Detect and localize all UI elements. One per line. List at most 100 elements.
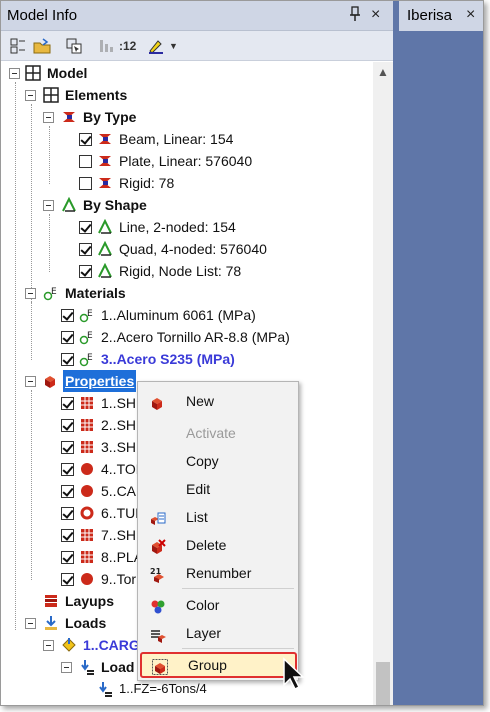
- material-icon: E: [79, 307, 95, 323]
- checkbox[interactable]: [79, 265, 92, 278]
- checkbox[interactable]: [79, 177, 92, 190]
- filter-icon[interactable]: [97, 37, 115, 55]
- plate-property-icon: [79, 439, 95, 455]
- checkbox[interactable]: [79, 155, 92, 168]
- element-shape-icon: [61, 196, 77, 213]
- tree-node-by-type[interactable]: By Type: [1, 106, 373, 128]
- tree-item-load[interactable]: 1..FZ=-6Tons/4: [1, 678, 373, 700]
- checkbox[interactable]: [79, 243, 92, 256]
- element-type-icon: [97, 131, 113, 147]
- rod-property-icon: [79, 483, 95, 499]
- collapse-toggle[interactable]: [25, 288, 36, 299]
- tree-node-materials[interactable]: E Materials: [1, 282, 373, 304]
- tree-item-type[interactable]: Rigid: 78: [1, 172, 373, 194]
- checkbox[interactable]: [61, 529, 74, 542]
- chevron-down-icon[interactable]: ▼: [169, 37, 178, 55]
- checkbox[interactable]: [61, 463, 74, 476]
- checkbox[interactable]: [61, 485, 74, 498]
- menu-item-color[interactable]: Color: [138, 592, 298, 618]
- elements-icon: [43, 87, 59, 103]
- svg-text:E: E: [51, 287, 57, 297]
- close-icon[interactable]: ×: [466, 6, 475, 24]
- tree-label: 3..Acero S235 (MPa): [101, 351, 235, 367]
- menu-item-edit[interactable]: Edit: [138, 476, 298, 502]
- tree-label: By Shape: [83, 197, 147, 213]
- checkbox[interactable]: [61, 331, 74, 344]
- tree-label: By Type: [83, 109, 137, 125]
- checkbox[interactable]: [61, 507, 74, 520]
- tree-label: Load: [101, 659, 135, 675]
- load-arrow-icon: [97, 681, 113, 697]
- checkbox[interactable]: [61, 353, 74, 366]
- pin-icon[interactable]: [349, 6, 361, 27]
- material-icon: E: [79, 351, 95, 367]
- property-icon: [43, 373, 59, 389]
- collapse-toggle[interactable]: [43, 112, 54, 123]
- tree-label: Materials: [65, 285, 126, 301]
- menu-separator: [182, 648, 294, 649]
- collapse-toggle[interactable]: [9, 68, 20, 79]
- collapse-toggle[interactable]: [25, 90, 36, 101]
- checkbox[interactable]: [61, 551, 74, 564]
- checkbox[interactable]: [61, 419, 74, 432]
- menu-item-delete[interactable]: Delete: [138, 532, 298, 558]
- tree-node-elements[interactable]: Elements: [1, 84, 373, 106]
- panel-titlebar: Model Info ×: [1, 1, 393, 31]
- collapse-toggle[interactable]: [25, 376, 36, 387]
- renumber-icon: 21: [150, 565, 166, 583]
- tree-item-material-active[interactable]: E 3..Acero S235 (MPa): [1, 348, 373, 370]
- collapse-toggle[interactable]: [43, 200, 54, 211]
- side-tab-title: Iberisa: [407, 7, 453, 24]
- vertical-scrollbar[interactable]: ▲: [373, 62, 393, 705]
- tree-node-model[interactable]: Model: [1, 62, 373, 84]
- rod-property-icon: [79, 571, 95, 587]
- menu-item-new[interactable]: New: [138, 388, 298, 414]
- panel-toolbar: :12 ▼: [1, 31, 393, 61]
- checkbox[interactable]: [61, 441, 74, 454]
- menu-item-group[interactable]: Group: [140, 652, 297, 678]
- checkbox[interactable]: [61, 573, 74, 586]
- tree-item-material[interactable]: E 1..Aluminum 6061 (MPa): [1, 304, 373, 326]
- tree-item-shape[interactable]: Quad, 4-noded: 576040: [1, 238, 373, 260]
- element-type-icon: [61, 109, 77, 125]
- side-tab[interactable]: Iberisa ×: [399, 1, 483, 31]
- menu-item-activate[interactable]: Activate: [138, 420, 298, 446]
- side-panel: Iberisa ×: [393, 1, 483, 705]
- menu-item-list[interactable]: List: [138, 504, 298, 530]
- element-shape-icon: [97, 218, 113, 235]
- checkbox[interactable]: [79, 133, 92, 146]
- scroll-thumb[interactable]: [376, 662, 390, 705]
- element-type-icon: [97, 153, 113, 169]
- collapse-toggle[interactable]: [61, 662, 72, 673]
- tree-item-material[interactable]: E 2..Acero Tornillo AR-8.8 (MPa): [1, 326, 373, 348]
- element-shape-icon: [97, 262, 113, 279]
- tree-label: Plate, Linear: 576040: [119, 153, 253, 169]
- collapse-toggle[interactable]: [25, 618, 36, 629]
- close-icon[interactable]: ×: [371, 6, 380, 24]
- plate-property-icon: [79, 395, 95, 411]
- tree-item-type[interactable]: Plate, Linear: 576040: [1, 150, 373, 172]
- menu-item-copy[interactable]: Copy: [138, 448, 298, 474]
- tree-options-icon[interactable]: [9, 37, 27, 55]
- tree-item-type[interactable]: Beam, Linear: 154: [1, 128, 373, 150]
- menu-item-renumber[interactable]: 21 Renumber: [138, 560, 298, 586]
- color-icon: [150, 597, 166, 614]
- checkbox[interactable]: [61, 309, 74, 322]
- scroll-up-icon[interactable]: ▲: [377, 65, 389, 79]
- tree-item-shape[interactable]: Line, 2-noded: 154: [1, 216, 373, 238]
- menu-item-layer[interactable]: Layer: [138, 620, 298, 646]
- select-icon[interactable]: [65, 37, 83, 55]
- checkbox[interactable]: [61, 397, 74, 410]
- tree-label: 1..FZ=-6Tons/4: [119, 681, 207, 696]
- tree-item-shape[interactable]: Rigid, Node List: 78: [1, 260, 373, 282]
- open-folder-icon[interactable]: [33, 37, 51, 55]
- plate-property-icon: [79, 527, 95, 543]
- material-icon: E: [79, 329, 95, 345]
- model-icon: [25, 65, 41, 81]
- checkbox[interactable]: [79, 221, 92, 234]
- tree-node-by-shape[interactable]: By Shape: [1, 194, 373, 216]
- collapse-toggle[interactable]: [43, 640, 54, 651]
- highlight-icon[interactable]: [147, 37, 165, 55]
- context-menu: New Activate Copy Edit List Delete 21 Re…: [137, 381, 299, 681]
- tree-label: Rigid, Node List: 78: [119, 263, 242, 279]
